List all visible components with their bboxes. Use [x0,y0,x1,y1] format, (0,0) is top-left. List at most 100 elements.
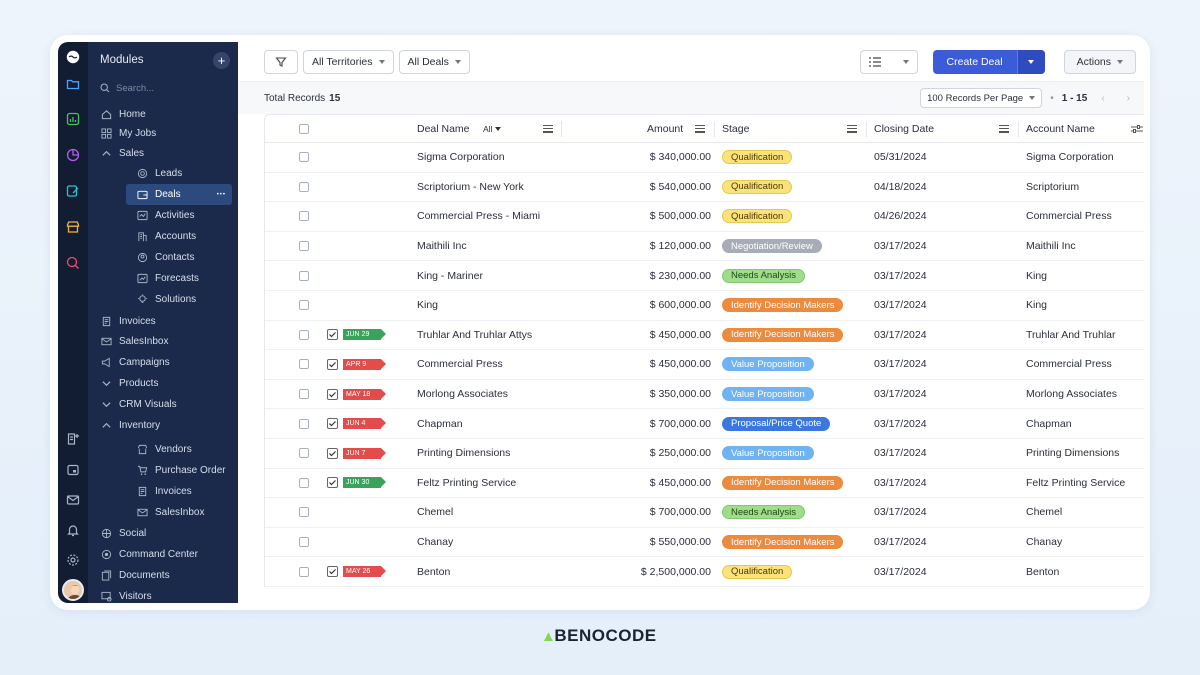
task-reminder[interactable]: JUN 29 [327,321,386,350]
stage-header[interactable]: Stage [722,115,749,142]
next-page-icon[interactable]: › [1127,93,1130,104]
deal-name-cell[interactable]: Feltz Printing Service [417,469,516,498]
sidebar-item-crm-visuals[interactable]: CRM Visuals [88,394,232,415]
deal-name-cell[interactable]: Maithili Inc [417,232,467,261]
sidebar-item-inventory[interactable]: Inventory [88,415,232,436]
more-options-icon[interactable]: ••• [217,192,232,198]
sidebar-item-invoices[interactable]: Invoices [88,481,232,502]
table-row[interactable]: APR 9 Commercial Press $ 450,000.00 Value P… [265,350,1144,380]
deal-name-header[interactable]: Deal Name [417,115,470,142]
table-row[interactable]: Scriptorium - New York $ 540,000.00 Qualif… [265,173,1144,203]
account-name-cell[interactable]: Commercial Press [1026,202,1112,231]
deals-view-dropdown[interactable]: All Deals [398,49,470,74]
mail-icon[interactable] [65,492,81,508]
account-name-cell[interactable]: Maithili Inc [1026,232,1076,261]
sidebar-item-salesinbox[interactable]: SalesInbox [88,502,232,523]
app-logo-icon[interactable] [64,48,82,66]
deal-name-cell[interactable]: Chapman [417,409,463,438]
amount-header[interactable]: Amount [647,115,683,142]
account-name-cell[interactable]: Benton [1026,557,1059,586]
sidebar-item-purchase-order[interactable]: Purchase Order [88,460,232,481]
table-row[interactable]: King - Mariner $ 230,000.00 Needs Analysis… [265,261,1144,291]
sidebar-item-forecasts[interactable]: Forecasts [88,268,232,289]
deal-name-cell[interactable]: Chanay [417,528,453,557]
deal-name-cell[interactable]: Commercial Press - Miami [417,202,540,231]
pie-icon[interactable] [65,147,81,163]
window-icon[interactable] [65,462,81,478]
sidebar-item-activities[interactable]: Activities [88,205,232,226]
account-name-cell[interactable]: Chemel [1026,498,1062,527]
task-reminder[interactable]: JUN 4 [327,409,386,438]
task-reminder[interactable]: JUN 30 [327,469,386,498]
row-checkbox[interactable] [299,469,309,498]
folder-icon[interactable] [65,76,81,92]
table-row[interactable]: JUN 4 Chapman $ 700,000.00 Proposal/Price Q… [265,409,1144,439]
avatar[interactable] [62,579,84,601]
table-row[interactable]: Chanay $ 550,000.00 Identify Decision Make… [265,528,1144,558]
closing-date-header[interactable]: Closing Date [874,115,934,142]
sidebar-item-contacts[interactable]: Contacts [88,247,232,268]
table-row[interactable]: Commercial Press - Miami $ 500,000.00 Qual… [265,202,1144,232]
gear-icon[interactable] [65,552,81,568]
row-checkbox[interactable] [299,350,309,379]
row-checkbox[interactable] [299,557,309,586]
sidebar-item-salesinbox[interactable]: SalesInbox [88,331,232,352]
account-name-cell[interactable]: Chanay [1026,528,1062,557]
table-row[interactable]: King $ 600,000.00 Identify Decision Makers… [265,291,1144,321]
table-row[interactable]: MAY 26 Benton $ 2,500,000.00 Qualification 0… [265,557,1144,587]
sidebar-item-sales[interactable]: Sales [88,143,232,164]
deal-name-cell[interactable]: Chemel [417,498,453,527]
deal-name-cell[interactable]: Printing Dimensions [417,439,510,468]
create-deal-menu-button[interactable] [1016,49,1045,74]
row-checkbox[interactable] [299,173,309,202]
table-row[interactable]: Sigma Corporation $ 340,000.00 Qualificati… [265,143,1144,173]
account-name-cell[interactable]: Scriptorium [1026,173,1079,202]
deal-name-cell[interactable]: Sigma Corporation [417,143,505,172]
table-row[interactable]: JUN 29 Truhlar And Truhlar Attys $ 450,000… [265,321,1144,351]
task-reminder[interactable]: APR 9 [327,350,386,379]
deal-name-cell[interactable]: Morlong Associates [417,380,508,409]
account-name-cell[interactable]: King [1026,261,1047,290]
actions-button[interactable]: Actions [1063,49,1136,74]
account-name-cell[interactable]: Printing Dimensions [1026,439,1119,468]
store-icon[interactable] [65,219,81,235]
account-name-cell[interactable]: King [1026,291,1047,320]
row-checkbox[interactable] [299,232,309,261]
deal-name-cell[interactable]: Scriptorium - New York [417,173,524,202]
column-settings-icon[interactable] [1131,115,1143,142]
row-checkbox[interactable] [299,291,309,320]
sidebar-item-my-jobs[interactable]: My Jobs [88,123,232,144]
sidebar-item-campaigns[interactable]: Campaigns [88,352,232,373]
search-analytics-icon[interactable] [65,255,81,271]
account-name-header[interactable]: Account Name [1026,115,1095,142]
table-row[interactable]: JUN 7 Printing Dimensions $ 250,000.00 Valu… [265,439,1144,469]
deal-name-cell[interactable]: King [417,291,438,320]
task-reminder[interactable]: MAY 26 [327,557,386,586]
filter-button[interactable] [264,49,298,74]
account-name-cell[interactable]: Chapman [1026,409,1072,438]
stage-column-menu[interactable] [847,115,857,142]
deal-name-cell[interactable]: Benton [417,557,450,586]
closing-date-column-menu[interactable] [999,115,1009,142]
deal-name-column-menu[interactable] [543,115,553,142]
account-name-cell[interactable]: Morlong Associates [1026,380,1117,409]
deal-name-cell[interactable]: Commercial Press [417,350,503,379]
sidebar-item-visitors[interactable]: Visitors [88,586,232,603]
row-checkbox[interactable] [299,380,309,409]
account-name-cell[interactable]: Sigma Corporation [1026,143,1114,172]
select-all-checkbox[interactable] [299,115,309,142]
table-row[interactable]: JUN 30 Feltz Printing Service $ 450,000.00… [265,469,1144,499]
bell-icon[interactable] [65,522,81,538]
deal-name-cell[interactable]: Truhlar And Truhlar Attys [417,321,532,350]
territory-dropdown[interactable]: All Territories [303,49,394,74]
chart-icon[interactable] [65,111,81,127]
row-checkbox[interactable] [299,409,309,438]
create-deal-button[interactable]: Create Deal [932,49,1045,74]
prev-page-icon[interactable]: ‹ [1101,93,1104,104]
account-name-cell[interactable]: Commercial Press [1026,350,1112,379]
sidebar-item-products[interactable]: Products [88,373,232,394]
sidebar-item-leads[interactable]: Leads [88,163,232,184]
sidebar-item-social[interactable]: Social [88,523,232,544]
add-note-icon[interactable] [65,431,81,447]
row-checkbox[interactable] [299,261,309,290]
